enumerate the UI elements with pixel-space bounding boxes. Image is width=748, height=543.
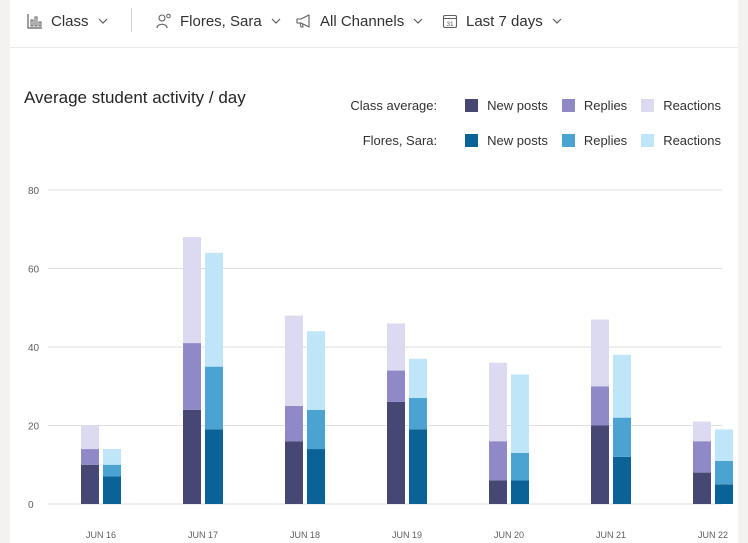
bar-segment[interactable] [511, 374, 529, 453]
x-tick-label: JUN 19 [392, 530, 422, 540]
bar-segment[interactable] [285, 315, 303, 406]
svg-text:31: 31 [446, 21, 454, 28]
bar-segment[interactable] [715, 460, 733, 485]
filter-bar: Class Flores, Sara All Channels 31 Last … [10, 0, 738, 48]
channels-filter-dropdown[interactable]: All Channels [296, 9, 423, 33]
insights-panel: Class Flores, Sara All Channels 31 Last … [10, 0, 738, 543]
bar-segment[interactable] [183, 343, 201, 410]
bar-segment[interactable] [285, 441, 303, 504]
y-tick-label: 40 [28, 343, 40, 354]
bar-segment[interactable] [205, 366, 223, 430]
date-range-filter-dropdown[interactable]: 31 Last 7 days [442, 9, 562, 33]
y-tick-label: 0 [28, 500, 34, 511]
bar-segment[interactable] [307, 331, 325, 410]
bar-segment[interactable] [81, 425, 99, 450]
bar-segment[interactable] [613, 417, 631, 457]
legend-swatch [641, 99, 655, 112]
bar-segment[interactable] [715, 484, 733, 504]
legend-label: New posts [487, 98, 548, 113]
date-range-filter-label: Last 7 days [466, 12, 543, 30]
channels-filter-label: All Channels [320, 12, 405, 30]
bar-segment[interactable] [409, 398, 427, 430]
bar-segment[interactable] [591, 319, 609, 387]
bar-segment[interactable] [693, 472, 711, 504]
student-filter-dropdown[interactable]: Flores, Sara [156, 9, 281, 33]
bar-segment[interactable] [103, 449, 121, 465]
bar-segment[interactable] [205, 252, 223, 367]
legend-swatch [641, 134, 655, 147]
legend-class-average: Class average: New posts Replies Reactio… [350, 98, 721, 113]
legend-item: Replies [561, 133, 628, 148]
bar-segment[interactable] [489, 480, 507, 504]
calendar-icon: 31 [442, 14, 458, 29]
chevron-down-icon [271, 18, 281, 24]
class-filter-dropdown[interactable]: Class [27, 9, 108, 33]
x-tick-label: JUN 18 [290, 530, 320, 540]
bar-segment[interactable] [591, 425, 609, 505]
legend-label: New posts [487, 133, 548, 148]
y-tick-label: 60 [28, 265, 40, 276]
bar-segment[interactable] [103, 464, 121, 477]
bar-segment[interactable] [409, 358, 427, 399]
y-tick-label: 20 [28, 422, 40, 433]
legend-item: Reactions [641, 133, 721, 148]
filter-divider [131, 8, 132, 32]
x-tick-label: JUN 21 [596, 530, 626, 540]
bar-segment[interactable] [409, 429, 427, 504]
bar-segment[interactable] [489, 441, 507, 481]
legend-item: New posts [465, 98, 548, 113]
legend-item: Reactions [641, 98, 721, 113]
bar-segment[interactable] [511, 452, 529, 481]
legend-group-label: Class average: [350, 98, 438, 113]
class-filter-label: Class [51, 12, 89, 30]
chevron-down-icon [413, 18, 423, 24]
bar-segment[interactable] [387, 370, 405, 402]
bar-segment[interactable] [387, 401, 405, 504]
legend-student: Flores, Sara: New posts Replies Reaction… [363, 133, 721, 148]
bar-segment[interactable] [183, 409, 201, 504]
legend-group-label: Flores, Sara: [362, 133, 438, 148]
bar-segment[interactable] [591, 386, 609, 426]
bar-segment[interactable] [693, 441, 711, 473]
x-tick-label: JUN 20 [494, 530, 524, 540]
megaphone-icon [296, 14, 310, 28]
bar-segment[interactable] [613, 456, 631, 504]
legend-swatch [561, 134, 575, 147]
bar-segment[interactable] [613, 354, 631, 418]
bar-segment[interactable] [307, 449, 325, 504]
person-icon [156, 13, 171, 29]
bar-segment[interactable] [205, 429, 223, 504]
legend-label: Replies [583, 98, 628, 113]
chevron-down-icon [552, 18, 562, 24]
legend-label: Replies [583, 133, 628, 148]
bar-segment[interactable] [489, 362, 507, 442]
bar-segment[interactable] [693, 421, 711, 442]
legend-swatch [465, 99, 479, 112]
legend-label: Reactions [663, 98, 721, 113]
student-filter-label: Flores, Sara [180, 12, 262, 30]
legend-swatch [465, 134, 479, 147]
legend-swatch [561, 99, 575, 112]
bar-segment[interactable] [81, 449, 99, 465]
bar-segment[interactable] [387, 323, 405, 371]
bar-segment[interactable] [307, 409, 325, 450]
bar-segment[interactable] [511, 480, 529, 504]
legend-label: Reactions [663, 133, 721, 148]
chart-title: Average student activity / day [24, 88, 246, 107]
chevron-down-icon [98, 18, 107, 24]
x-tick-label: JUN 17 [188, 530, 218, 540]
bar-segment[interactable] [103, 476, 121, 504]
bar-segment[interactable] [285, 405, 303, 442]
x-tick-label: JUN 22 [698, 530, 728, 540]
x-tick-label: JUN 16 [86, 530, 116, 540]
legend-item: Replies [561, 98, 628, 113]
bar-chart-icon [27, 14, 42, 29]
bar-segment[interactable] [715, 429, 733, 461]
legend-item: New posts [465, 133, 548, 148]
bar-segment[interactable] [183, 237, 201, 344]
stacked-bar-chart: 0 20 40 60 80 JUN 16 JUN 17 JUN 18 JUN 19 JUN 20 J… [28, 186, 733, 540]
y-tick-label: 80 [28, 186, 40, 197]
bar-segment[interactable] [81, 464, 99, 504]
